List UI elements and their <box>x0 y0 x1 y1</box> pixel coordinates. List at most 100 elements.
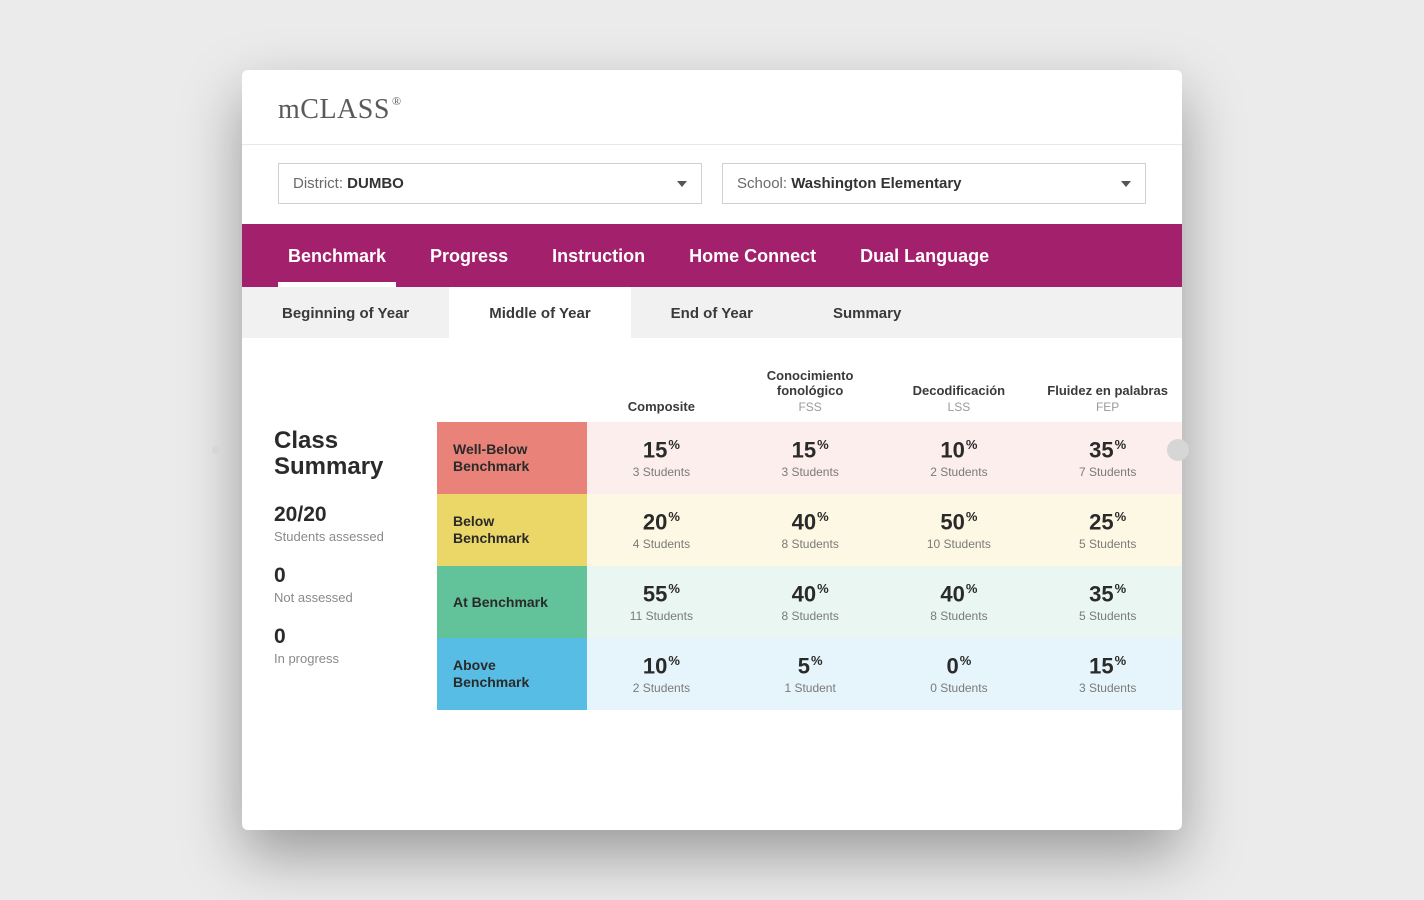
summary-title: Class Summary <box>274 428 437 481</box>
column-header: Conocimiento fonológico FSS <box>736 338 885 422</box>
stat-in-progress-label: In progress <box>274 651 437 666</box>
benchmark-row-ab: At Benchmark55%11 Students40%8 Students4… <box>437 566 1182 638</box>
percent-value: 40% <box>940 581 977 607</box>
stat-assessed-value: 20/20 <box>274 503 437 527</box>
stat-assessed: 20/20 Students assessed <box>274 503 437 544</box>
data-cell: 15%3 Students <box>587 422 736 494</box>
student-count: 3 Students <box>1079 681 1136 695</box>
district-value: DUMBO <box>347 175 404 192</box>
benchmark-label: Well-Below Benchmark <box>437 422 587 494</box>
period-tab-middle-of-year[interactable]: Middle of Year <box>449 287 630 338</box>
stat-in-progress: 0 In progress <box>274 625 437 666</box>
app-header: mCLASS® <box>242 70 1182 145</box>
stat-not-assessed: 0 Not assessed <box>274 564 437 605</box>
stat-assessed-label: Students assessed <box>274 529 437 544</box>
percent-value: 35% <box>1089 437 1126 463</box>
data-cell: 0%0 Students <box>885 638 1034 710</box>
student-count: 5 Students <box>1079 609 1136 623</box>
data-cell: 15% 3 Students <box>736 422 885 494</box>
summary-sidebar: Class Summary 20/20 Students assessed 0 … <box>242 338 437 830</box>
school-dropdown[interactable]: School: Washington Elementary <box>722 163 1146 204</box>
data-cell: 15% 3 Students <box>1033 638 1182 710</box>
district-dropdown[interactable]: District: DUMBO <box>278 163 702 204</box>
chevron-down-icon <box>1121 181 1131 187</box>
percent-value: 40% <box>792 509 829 535</box>
benchmark-label: At Benchmark <box>437 566 587 638</box>
stat-not-assessed-value: 0 <box>274 564 437 588</box>
column-header: Fluidez en palabrasFEP <box>1033 338 1182 422</box>
student-count: 3 Students <box>781 465 838 479</box>
data-cell: 25% 5 Students <box>1033 494 1182 566</box>
percent-value: 10% <box>940 437 977 463</box>
benchmark-label: Above Benchmark <box>437 638 587 710</box>
period-tab-summary[interactable]: Summary <box>793 287 941 338</box>
percent-value: 25% <box>1089 509 1126 535</box>
column-title: Fluidez en palabras <box>1039 383 1176 398</box>
data-cell: 40% 8 Students <box>885 566 1034 638</box>
data-cell: 35% 7 Students <box>1033 422 1182 494</box>
benchmark-row-bb: Below Benchmark 20% 4 Students 40% 8 Student… <box>437 494 1182 566</box>
column-title: Decodificación <box>891 383 1028 398</box>
benchmark-row-av: Above Benchmark 10% 2 Students 5% 1 Student 0… <box>437 638 1182 710</box>
data-cell: 40% 8 Students <box>736 566 885 638</box>
data-cell: 50% 10 Students <box>885 494 1034 566</box>
period-tabs: Beginning of YearMiddle of YearEnd of Ye… <box>242 287 1182 338</box>
school-label: School: <box>737 175 791 192</box>
percent-value: 35% <box>1089 581 1126 607</box>
column-title: Composite <box>593 399 730 414</box>
student-count: 3 Students <box>633 465 690 479</box>
stat-in-progress-value: 0 <box>274 625 437 649</box>
nav-tab-dual-language[interactable]: Dual Language <box>838 224 1011 287</box>
column-headers: Composite Conocimiento fonológico FSS Decod… <box>437 338 1182 422</box>
period-tab-beginning-of-year[interactable]: Beginning of Year <box>242 287 449 338</box>
benchmark-label-spacer <box>437 338 587 422</box>
column-subtitle: FSS <box>742 400 879 414</box>
nav-tab-instruction[interactable]: Instruction <box>530 224 667 287</box>
data-cell: 10%2 Students <box>885 422 1034 494</box>
column-subtitle: LSS <box>891 400 1028 414</box>
student-count: 10 Students <box>927 537 991 551</box>
student-count: 0 Students <box>930 681 987 695</box>
percent-value: 15% <box>792 437 829 463</box>
stat-not-assessed-label: Not assessed <box>274 590 437 605</box>
benchmark-grid: Composite Conocimiento fonológico FSS Decod… <box>437 338 1182 830</box>
nav-tab-benchmark[interactable]: Benchmark <box>266 224 408 287</box>
period-tab-end-of-year[interactable]: End of Year <box>631 287 793 338</box>
percent-value: 15% <box>1089 653 1126 679</box>
data-cell: 35% 5 Students <box>1033 566 1182 638</box>
school-value: Washington Elementary <box>791 175 961 192</box>
device-home-dot-right <box>1167 439 1189 461</box>
percent-value: 10% <box>643 653 680 679</box>
column-title: Conocimiento fonológico <box>742 368 879 398</box>
brand-mark: ® <box>392 94 402 108</box>
app-frame: mCLASS® District: DUMBO School: Washingt… <box>242 70 1182 830</box>
student-count: 1 Student <box>784 681 835 695</box>
student-count: 8 Students <box>930 609 987 623</box>
data-cell: 40% 8 Students <box>736 494 885 566</box>
percent-value: 20% <box>643 509 680 535</box>
brand-text: mCLASS <box>278 94 390 125</box>
data-cell: 5% 1 Student <box>736 638 885 710</box>
percent-value: 5% <box>798 653 823 679</box>
student-count: 2 Students <box>633 681 690 695</box>
percent-value: 40% <box>792 581 829 607</box>
student-count: 8 Students <box>781 537 838 551</box>
column-header: Decodificación LSS <box>885 338 1034 422</box>
student-count: 4 Students <box>633 537 690 551</box>
student-count: 7 Students <box>1079 465 1136 479</box>
percent-value: 55% <box>643 581 680 607</box>
chevron-down-icon <box>677 181 687 187</box>
report-content: Class Summary 20/20 Students assessed 0 … <box>242 338 1182 830</box>
benchmark-row-wb: Well-Below Benchmark15%3 Students15%3 St… <box>437 422 1182 494</box>
student-count: 5 Students <box>1079 537 1136 551</box>
benchmark-label: Below Benchmark <box>437 494 587 566</box>
data-cell: 10% 2 Students <box>587 638 736 710</box>
percent-value: 50% <box>940 509 977 535</box>
data-cell: 20% 4 Students <box>587 494 736 566</box>
student-count: 8 Students <box>781 609 838 623</box>
nav-tab-progress[interactable]: Progress <box>408 224 530 287</box>
brand-logo: mCLASS® <box>278 94 1146 126</box>
nav-tab-home-connect[interactable]: Home Connect <box>667 224 838 287</box>
student-count: 11 Students <box>630 609 693 623</box>
data-cell: 55% 11 Students <box>587 566 736 638</box>
